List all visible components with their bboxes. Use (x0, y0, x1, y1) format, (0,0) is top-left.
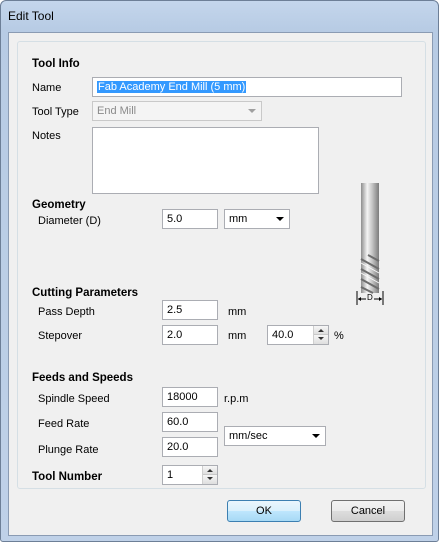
pass-depth-unit: mm (228, 306, 247, 318)
stepover-input[interactable]: 2.0 (162, 325, 218, 345)
feeds-speeds-header: Feeds and Speeds (32, 372, 133, 384)
spindle-speed-unit: r.p.m (224, 393, 249, 405)
tool-number-label: Tool Number (32, 471, 103, 483)
spin-up-button[interactable] (314, 326, 328, 335)
spindle-speed-input[interactable]: 18000 (162, 387, 218, 407)
pass-depth-label: Pass Depth (38, 306, 95, 318)
percent-unit: % (334, 330, 344, 342)
ok-button[interactable]: OK (227, 500, 301, 522)
stepover-label: Stepover (38, 330, 83, 342)
geometry-units-select[interactable]: mm (224, 209, 290, 229)
tool-number-value: 1 (167, 469, 174, 481)
feed-rate-label: Feed Rate (38, 418, 90, 430)
spindle-speed-label: Spindle Speed (38, 393, 110, 405)
spin-buttons (313, 326, 328, 344)
stepover-percent-spinbox[interactable]: 40.0 (267, 325, 329, 345)
edit-tool-dialog: Edit Tool Tool Info Name Fab Academy End… (0, 0, 439, 542)
name-input[interactable]: Fab Academy End Mill (5 mm) (92, 77, 402, 97)
notes-textarea[interactable] (92, 127, 319, 194)
name-input-value: Fab Academy End Mill (5 mm) (97, 81, 247, 93)
plunge-rate-label: Plunge Rate (38, 444, 99, 456)
tool-number-spinbox[interactable]: 1 (162, 465, 218, 485)
chevron-down-icon (276, 217, 284, 221)
pass-depth-value: 2.5 (167, 304, 183, 316)
window-title: Edit Tool (8, 9, 54, 23)
notes-label: Notes (32, 130, 61, 142)
spin-up-button[interactable] (203, 466, 217, 475)
geometry-header: Geometry (32, 199, 86, 211)
plunge-rate-value: 20.0 (167, 441, 189, 453)
diameter-input[interactable]: 5.0 (162, 209, 218, 229)
chevron-down-icon (248, 109, 256, 113)
title-bar[interactable]: Edit Tool (1, 1, 438, 31)
stepover-value: 2.0 (167, 329, 183, 341)
spin-down-button[interactable] (314, 335, 328, 344)
chevron-down-icon (312, 434, 320, 438)
end-mill-diagram: D (354, 183, 386, 311)
spin-buttons (202, 466, 217, 484)
plunge-rate-input[interactable]: 20.0 (162, 437, 218, 457)
end-mill-icon (356, 183, 384, 305)
cutting-parameters-header: Cutting Parameters (32, 287, 139, 299)
feed-rate-value: 60.0 (167, 416, 189, 428)
spindle-speed-value: 18000 (167, 391, 198, 403)
pass-depth-input[interactable]: 2.5 (162, 300, 218, 320)
diameter-label: Diameter (D) (38, 215, 101, 227)
diameter-value: 5.0 (167, 213, 183, 225)
tool-type-select[interactable]: End Mill (92, 101, 262, 121)
tool-settings-group: Tool Info Name Fab Academy End Mill (5 m… (17, 41, 426, 489)
tool-type-value: End Mill (97, 105, 137, 117)
geometry-units-value: mm (229, 213, 248, 225)
rate-units-select[interactable]: mm/sec (224, 426, 326, 446)
stepover-unit: mm (228, 330, 247, 342)
cancel-button[interactable]: Cancel (331, 500, 405, 522)
dialog-body: Tool Info Name Fab Academy End Mill (5 m… (8, 32, 433, 536)
tool-info-header: Tool Info (32, 58, 80, 70)
name-label: Name (32, 82, 62, 94)
feed-rate-input[interactable]: 60.0 (162, 412, 218, 432)
spin-down-button[interactable] (203, 475, 217, 484)
diameter-diagram-label: D (367, 293, 373, 302)
stepover-percent-value: 40.0 (272, 329, 294, 341)
rate-units-value: mm/sec (229, 430, 268, 442)
tool-type-label: Tool Type (32, 106, 79, 118)
